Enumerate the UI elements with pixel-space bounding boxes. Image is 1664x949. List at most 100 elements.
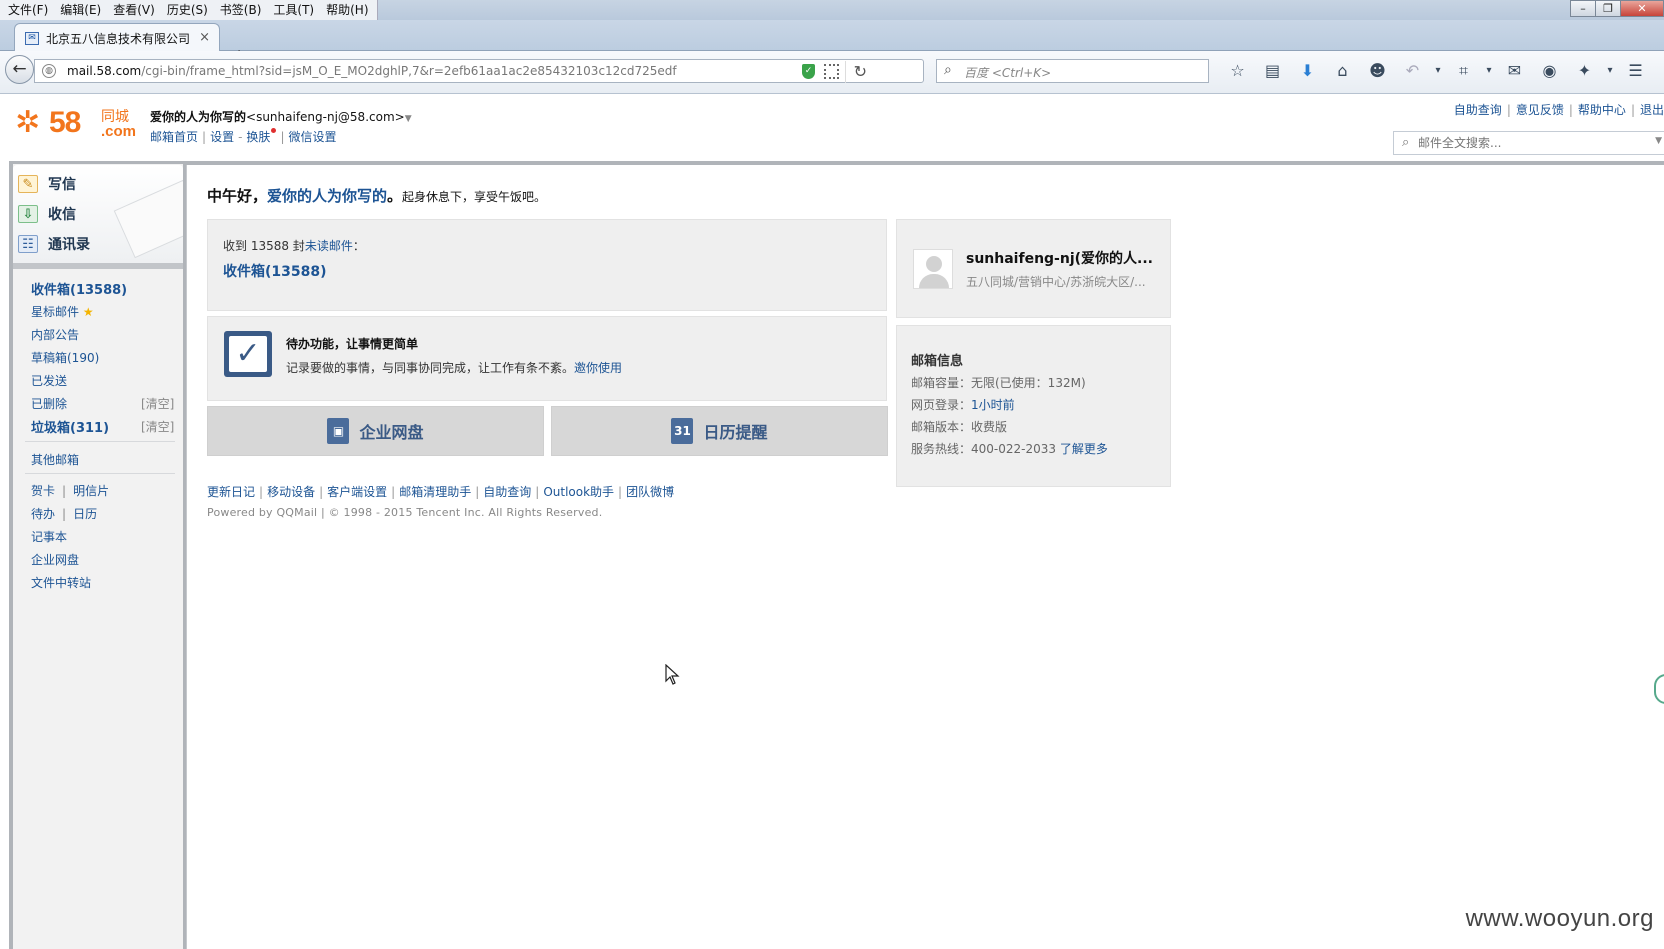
restore-icon[interactable]: ❐ <box>1595 0 1621 17</box>
web-login: 网页登录：1小时前 <box>911 398 1015 412</box>
calendar-link[interactable]: 日历 <box>73 507 97 521</box>
unread-panel: 收到 13588 封未读邮件： 收件箱(13588) <box>207 219 887 311</box>
site-identity-icon[interactable]: ◍ <box>42 64 56 78</box>
unread-mail-link[interactable]: 未读邮件 <box>305 239 353 253</box>
file-transfer-link[interactable]: 文件中转站 <box>31 574 91 591</box>
crop-dropdown-icon[interactable]: ▾ <box>1481 59 1497 83</box>
folder-announcements[interactable]: 内部公告 <box>31 326 79 343</box>
folder-drafts[interactable]: 草稿箱(190) <box>31 349 99 366</box>
tab-close-icon[interactable]: × <box>199 30 210 45</box>
greeting-name: 爱你的人为你写的 <box>267 187 388 205</box>
menu-edit[interactable]: 编辑(E) <box>54 0 107 20</box>
todo-invite-link[interactable]: 邀你使用 <box>574 361 622 375</box>
calendar-reminder-button[interactable]: 31 日历提醒 <box>551 406 888 456</box>
settings-link[interactable]: 设置 <box>210 130 234 144</box>
menu-history[interactable]: 历史(S) <box>161 0 214 20</box>
avatar[interactable] <box>913 249 953 289</box>
account-dropdown-icon[interactable]: ▼ <box>405 114 412 124</box>
enterprise-disk-button[interactable]: ▣ 企业网盘 <box>207 406 544 456</box>
login-time-link[interactable]: 1小时前 <box>971 398 1015 412</box>
changelog-link[interactable]: 更新日记 <box>207 485 255 499</box>
footer-links: 更新日记 | 移动设备 | 客户端设置 | 邮箱清理助手 | 自助查询 | Outlook助手 | 团队… <box>207 485 675 499</box>
window-controls: – ❐ ✕ <box>1570 0 1664 18</box>
inbox-count-link[interactable]: 收件箱(13588) <box>223 261 327 281</box>
back-button-icon[interactable]: ← <box>5 55 34 84</box>
menu-view[interactable]: 查看(V) <box>107 0 161 20</box>
menu-items: 文件(F) 编辑(E) 查看(V) 历史(S) 书签(B) 工具(T) 帮助(H… <box>0 0 378 20</box>
logo-number: 58 <box>49 106 81 139</box>
enterprise-disk-link[interactable]: 企业网盘 <box>31 551 79 568</box>
clear-spam-link[interactable]: [清空] <box>141 418 174 435</box>
sidebar-divider <box>25 473 175 474</box>
tab-bar: ✉ 北京五八信息技术有限公司 × + <box>0 20 1664 66</box>
mailbox-capacity: 邮箱容量：无限(已使用：132M) <box>911 376 1086 390</box>
client-settings-link[interactable]: 客户端设置 <box>327 485 387 499</box>
receive-button[interactable]: ⇩ 收信 <box>18 202 76 226</box>
todo-description: 记录要做的事情，与同事协同完成，让工作有条不紊。邀你使用 <box>286 361 623 375</box>
search-options-icon[interactable]: ▼ <box>1655 136 1662 146</box>
account-switcher[interactable]: 爱你的人为你写的<sunhaifeng-nj@58.com>▼ <box>150 108 412 125</box>
profile-name[interactable]: sunhaifeng-nj(爱你的人... <box>966 248 1153 268</box>
tab-title: 北京五八信息技术有限公司 <box>46 32 191 46</box>
self-query-link[interactable]: 自助查询 <box>483 485 531 499</box>
browser-tab[interactable]: ✉ 北京五八信息技术有限公司 × <box>14 23 220 52</box>
menu-help[interactable]: 帮助(H) <box>320 0 374 20</box>
envelope-decoration-icon <box>113 179 183 259</box>
extension-dropdown-icon[interactable]: ▾ <box>1602 59 1618 83</box>
folder-inbox[interactable]: 收件箱(13588) <box>31 279 127 298</box>
learn-more-link[interactable]: 了解更多 <box>1060 442 1108 456</box>
menu-tools[interactable]: 工具(T) <box>267 0 320 20</box>
undo-icon[interactable]: ↶ <box>1395 59 1430 83</box>
menu-file[interactable]: 文件(F) <box>2 0 54 20</box>
menu-hamburger-icon[interactable]: ☰ <box>1618 59 1653 83</box>
contacts-label: 通讯录 <box>48 237 90 253</box>
folder-spam[interactable]: 垃圾箱(311) <box>31 417 109 436</box>
bookmark-star-icon[interactable]: ☆ <box>1220 59 1255 83</box>
self-service-link[interactable]: 自助查询 <box>1454 103 1502 117</box>
security-shield-icon[interactable]: ✓ <box>802 64 815 79</box>
window-close-icon[interactable]: ✕ <box>1620 0 1664 17</box>
help-center-link[interactable]: 帮助中心 <box>1578 103 1626 117</box>
reading-list-icon[interactable]: ▤ <box>1255 59 1290 83</box>
chat-icon[interactable]: ☻ <box>1360 59 1395 83</box>
contacts-button[interactable]: ☷ 通讯录 <box>18 232 90 256</box>
screenshot-crop-icon[interactable]: ⌗ <box>1446 59 1481 83</box>
download-icon[interactable]: ⬇ <box>1290 59 1325 83</box>
receive-label: 收信 <box>48 207 76 223</box>
minimize-icon[interactable]: – <box>1570 0 1596 17</box>
other-mailboxes[interactable]: 其他邮箱 <box>31 451 79 468</box>
mail-search-input[interactable] <box>1418 135 1648 151</box>
undo-dropdown-icon[interactable]: ▾ <box>1430 59 1446 83</box>
mailbox-info-title: 邮箱信息 <box>911 354 964 369</box>
feedback-link[interactable]: 意见反馈 <box>1516 103 1564 117</box>
mobile-devices-link[interactable]: 移动设备 <box>267 485 315 499</box>
todo-link[interactable]: 待办 <box>31 507 55 521</box>
change-skin-link[interactable]: 换肤 <box>246 130 270 144</box>
address-bar[interactable]: ◍ mail.58.com/cgi-bin/frame_html?sid=jsM… <box>34 59 924 83</box>
greeting-card-link[interactable]: 贺卡 <box>31 484 55 498</box>
team-weibo-link[interactable]: 团队微博 <box>626 485 674 499</box>
folder-sent[interactable]: 已发送 <box>31 372 67 389</box>
postcard-link[interactable]: 明信片 <box>73 484 109 498</box>
outlook-helper-link[interactable]: Outlook助手 <box>543 485 614 499</box>
mailbox-cleanup-link[interactable]: 邮箱清理助手 <box>399 485 471 499</box>
extension-icon[interactable]: ✦ <box>1567 59 1602 83</box>
message-icon[interactable]: ✉ <box>1497 59 1532 83</box>
wechat-settings-link[interactable]: 微信设置 <box>288 130 336 144</box>
qr-code-icon[interactable] <box>824 64 839 79</box>
logout-link[interactable]: 退出 <box>1640 103 1664 117</box>
mail-search-box[interactable]: ⌕ ▼ <box>1393 131 1664 155</box>
menu-bookmarks[interactable]: 书签(B) <box>214 0 268 20</box>
clear-deleted-link[interactable]: [清空] <box>141 395 174 412</box>
folder-starred[interactable]: 星标邮件 ★ <box>31 303 94 320</box>
compose-button[interactable]: ✎ 写信 <box>18 172 76 196</box>
mailbox-version: 邮箱版本：收费版 <box>911 420 1008 434</box>
home-icon[interactable]: ⌂ <box>1325 59 1360 83</box>
folder-deleted[interactable]: 已删除 <box>31 395 67 412</box>
58-logo[interactable]: ✲ 58 同城 .com <box>15 105 137 141</box>
browser-search-box[interactable]: ⌕ 百度 <Ctrl+K> <box>936 59 1209 83</box>
sync-globe-icon[interactable]: ◉ <box>1532 59 1567 83</box>
mail-home-link[interactable]: 邮箱首页 <box>150 130 198 144</box>
reload-icon[interactable]: ↻ <box>844 61 867 83</box>
notes-link[interactable]: 记事本 <box>31 528 67 545</box>
